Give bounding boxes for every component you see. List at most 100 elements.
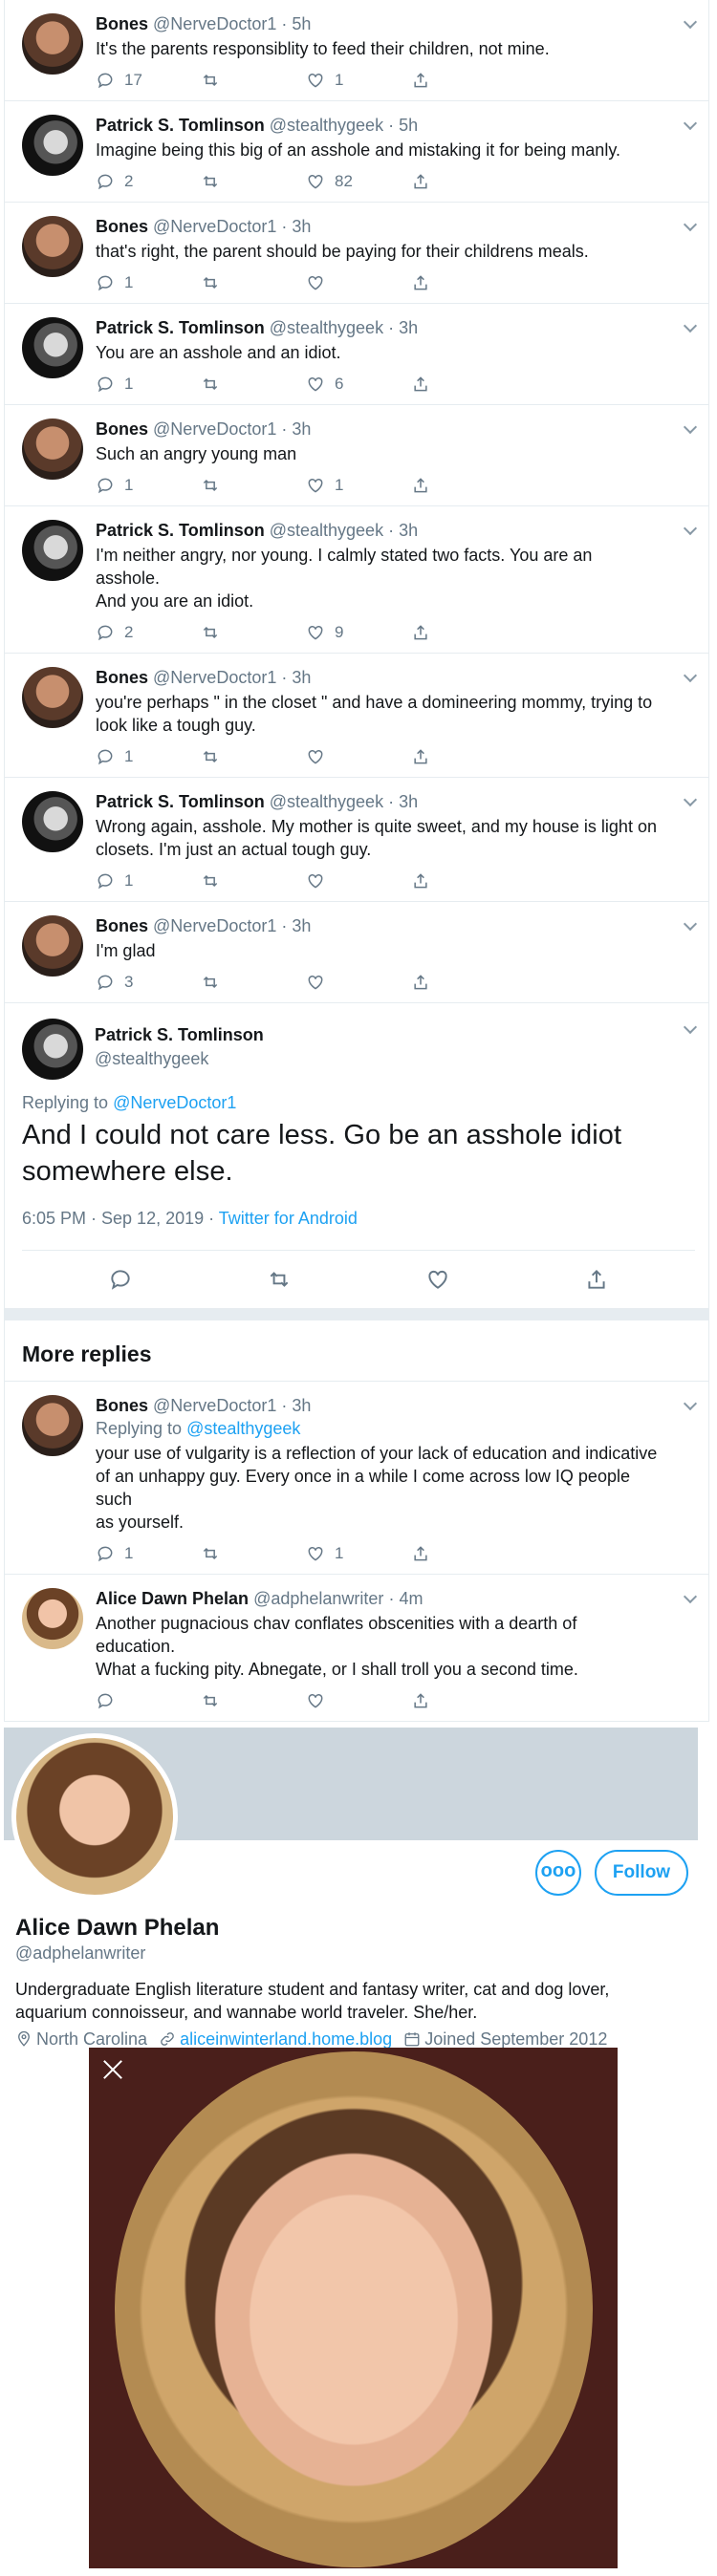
like-action[interactable] [306,747,411,766]
author-handle[interactable]: @stealthygeek [270,318,383,337]
reply-icon[interactable] [96,1691,115,1710]
retweet-icon[interactable] [201,871,220,891]
share-action[interactable] [411,71,516,90]
tweet-timestamp[interactable]: 6:05 PM · Sep 12, 2019 · [22,1209,219,1228]
author-handle[interactable]: @stealthygeek [95,1047,695,1070]
like-icon[interactable] [306,273,325,292]
tweet-time[interactable]: 5h [399,116,418,135]
tweet-time[interactable]: 3h [292,668,311,687]
reply-action[interactable]: 1 [96,375,201,394]
share-icon[interactable] [411,747,430,766]
share-icon[interactable] [411,1544,430,1563]
reply-tweet[interactable]: Patrick S. Tomlinson @stealthygeek · 5h … [5,101,708,203]
avatar[interactable] [22,216,83,277]
tweet-time[interactable]: 4m [399,1589,423,1608]
share-action[interactable] [411,375,516,394]
tweet-time[interactable]: 3h [399,318,418,337]
retweet-action[interactable] [201,375,306,394]
chevron-down-icon[interactable] [684,671,695,682]
chevron-down-icon[interactable] [684,118,695,130]
retweet-action[interactable] [201,476,306,495]
tweet-time[interactable]: 3h [292,1396,311,1415]
replying-to-link[interactable]: @stealthygeek [186,1419,300,1438]
chevron-down-icon[interactable] [684,524,695,535]
avatar[interactable] [22,317,83,378]
share-action[interactable] [411,871,516,891]
author-handle[interactable]: @NerveDoctor1 [153,1396,276,1415]
share-icon[interactable] [584,1267,609,1292]
reply-action[interactable]: 1 [96,1544,201,1563]
author-handle[interactable]: @stealthygeek [270,521,383,540]
reply-icon[interactable] [96,871,115,891]
share-action[interactable] [411,172,516,191]
like-action[interactable]: 9 [306,623,411,642]
retweet-action[interactable] [201,172,306,191]
retweet-action[interactable] [201,273,306,292]
tweet-time[interactable]: 3h [292,217,311,236]
reply-action[interactable]: 17 [96,71,201,90]
reply-icon[interactable] [96,273,115,292]
reply-icon[interactable] [96,172,115,191]
author-name[interactable]: Patrick S. Tomlinson [96,318,265,337]
avatar[interactable] [22,1019,83,1080]
like-icon[interactable] [306,747,325,766]
retweet-icon[interactable] [201,623,220,642]
reply-tweet[interactable]: Patrick S. Tomlinson @stealthygeek · 3h … [5,304,708,405]
chevron-down-icon[interactable] [684,1022,695,1034]
like-action[interactable]: 1 [306,71,411,90]
author-name[interactable]: Alice Dawn Phelan [96,1589,249,1608]
author-name[interactable]: Bones [96,419,148,439]
avatar[interactable] [22,915,83,977]
close-icon[interactable] [100,2057,125,2082]
reply-action[interactable]: 1 [96,273,201,292]
avatar[interactable] [22,520,83,581]
chevron-down-icon[interactable] [684,795,695,806]
author-handle[interactable]: @stealthygeek [270,792,383,811]
retweet-icon[interactable] [201,973,220,992]
tweet-time[interactable]: 5h [292,14,311,33]
like-icon[interactable] [306,71,325,90]
reply-icon[interactable] [96,623,115,642]
chevron-down-icon[interactable] [684,17,695,29]
reply-action[interactable]: 2 [96,172,201,191]
reply-icon[interactable] [96,1544,115,1563]
retweet-action[interactable] [201,747,306,766]
more-options-button[interactable]: ooo [535,1850,581,1896]
reply-icon[interactable] [96,747,115,766]
author-handle[interactable]: @NerveDoctor1 [153,668,276,687]
like-icon[interactable] [425,1267,450,1292]
like-action[interactable]: 1 [306,476,411,495]
reply-action[interactable] [96,1691,201,1710]
share-icon[interactable] [411,973,430,992]
share-icon[interactable] [411,172,430,191]
reply-tweet[interactable]: Patrick S. Tomlinson @stealthygeek · 3h … [5,506,708,654]
author-handle[interactable]: @adphelanwriter [253,1589,383,1608]
tweet-time[interactable]: 3h [399,792,418,811]
author-handle[interactable]: @NerveDoctor1 [153,419,276,439]
share-icon[interactable] [411,623,430,642]
author-handle[interactable]: @stealthygeek [270,116,383,135]
author-name[interactable]: Patrick S. Tomlinson [96,521,265,540]
avatar[interactable] [22,115,83,176]
like-icon[interactable] [306,1691,325,1710]
retweet-action[interactable] [201,623,306,642]
like-icon[interactable] [306,375,325,394]
avatar[interactable] [22,1588,83,1649]
chevron-down-icon[interactable] [684,1399,695,1410]
reply-tweet[interactable]: Bones @NerveDoctor1 · 3h I'm glad 3 [5,902,708,1003]
avatar[interactable] [22,419,83,480]
chevron-down-icon[interactable] [684,919,695,931]
reply-tweet[interactable]: Bones @NerveDoctor1 · 3h Such an angry y… [5,405,708,506]
retweet-icon[interactable] [267,1267,292,1292]
like-action[interactable]: 1 [306,1544,411,1563]
tweet-time[interactable]: 3h [292,916,311,935]
author-handle[interactable]: @NerveDoctor1 [153,14,276,33]
like-action[interactable]: 6 [306,375,411,394]
tweet-time[interactable]: 3h [292,419,311,439]
reply-icon[interactable] [96,476,115,495]
share-icon[interactable] [411,871,430,891]
retweet-action[interactable] [201,1691,306,1710]
reply-tweet[interactable]: Bones @NerveDoctor1 · 3h that's right, t… [5,203,708,304]
chevron-down-icon[interactable] [684,321,695,333]
reply-action[interactable]: 1 [96,747,201,766]
